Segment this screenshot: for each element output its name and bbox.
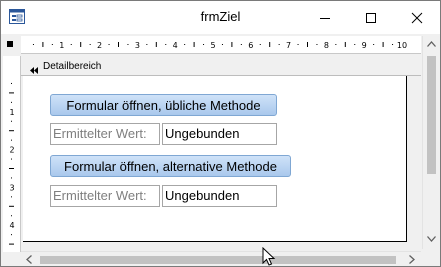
minimize-button[interactable] (302, 1, 348, 34)
open-form-alternative-button[interactable]: Formular öffnen, alternative Methode (50, 155, 291, 177)
horizontal-scroll-thumb[interactable] (40, 256, 396, 264)
section-header-detail[interactable]: Detailbereich (21, 59, 421, 76)
scroll-down-icon[interactable] (427, 236, 436, 242)
ruler-number: 5 (210, 41, 215, 50)
ruler-number: 8 (324, 41, 329, 50)
vertical-ruler[interactable]: 1 2 3 4 (3, 56, 21, 252)
close-icon (411, 12, 423, 24)
close-button[interactable] (394, 1, 440, 34)
ruler-number: 1 (59, 41, 64, 50)
form-selector[interactable] (7, 41, 13, 47)
ruler-number: 3 (135, 41, 140, 50)
design-surface: 1 2 3 4 5 6 7 8 9 10 1 2 3 4 Detailbereich Formular … (1, 34, 440, 266)
scroll-left-icon[interactable] (26, 255, 32, 264)
vertical-scroll-thumb[interactable] (427, 56, 436, 174)
result-label-2[interactable]: Ermittelter Wert: (50, 185, 160, 207)
mouse-pointer-icon (262, 247, 276, 266)
maximize-icon (366, 13, 376, 23)
open-form-standard-button[interactable]: Formular öffnen, übliche Methode (50, 94, 277, 116)
result-value-2[interactable]: Ungebunden (162, 185, 277, 207)
ruler-number: 6 (248, 41, 253, 50)
horizontal-ruler[interactable]: 1 2 3 4 5 6 7 8 9 10 (21, 36, 421, 54)
ruler-number: 2 (97, 41, 102, 50)
detail-section[interactable]: Formular öffnen, übliche Methode Ermitte… (23, 76, 407, 242)
section-label: Detailbereich (43, 61, 102, 72)
maximize-button[interactable] (348, 1, 394, 34)
scroll-right-icon[interactable] (409, 255, 415, 264)
result-label-1[interactable]: Ermittelter Wert: (50, 123, 160, 145)
horizontal-scrollbar[interactable] (21, 251, 421, 266)
vertical-scrollbar[interactable] (422, 36, 440, 249)
ruler-number: 4 (173, 41, 178, 50)
size-grip[interactable] (423, 251, 440, 266)
form-design-window: frmZiel 1 2 3 4 5 6 7 8 9 10 1 2 3 4 Detailbereich F… (0, 0, 441, 267)
ruler-number: 9 (362, 41, 367, 50)
minimize-icon (320, 18, 330, 19)
ruler-number: 10 (397, 41, 407, 50)
title-bar[interactable]: frmZiel (1, 1, 440, 34)
result-value-1[interactable]: Ungebunden (162, 123, 277, 145)
ruler-number: 2 (9, 146, 14, 155)
scroll-up-icon[interactable] (427, 41, 436, 47)
ruler-number: 7 (286, 41, 291, 50)
ruler-number: 4 (9, 221, 14, 230)
ruler-number: 3 (9, 183, 14, 192)
ruler-number: 1 (9, 108, 14, 117)
